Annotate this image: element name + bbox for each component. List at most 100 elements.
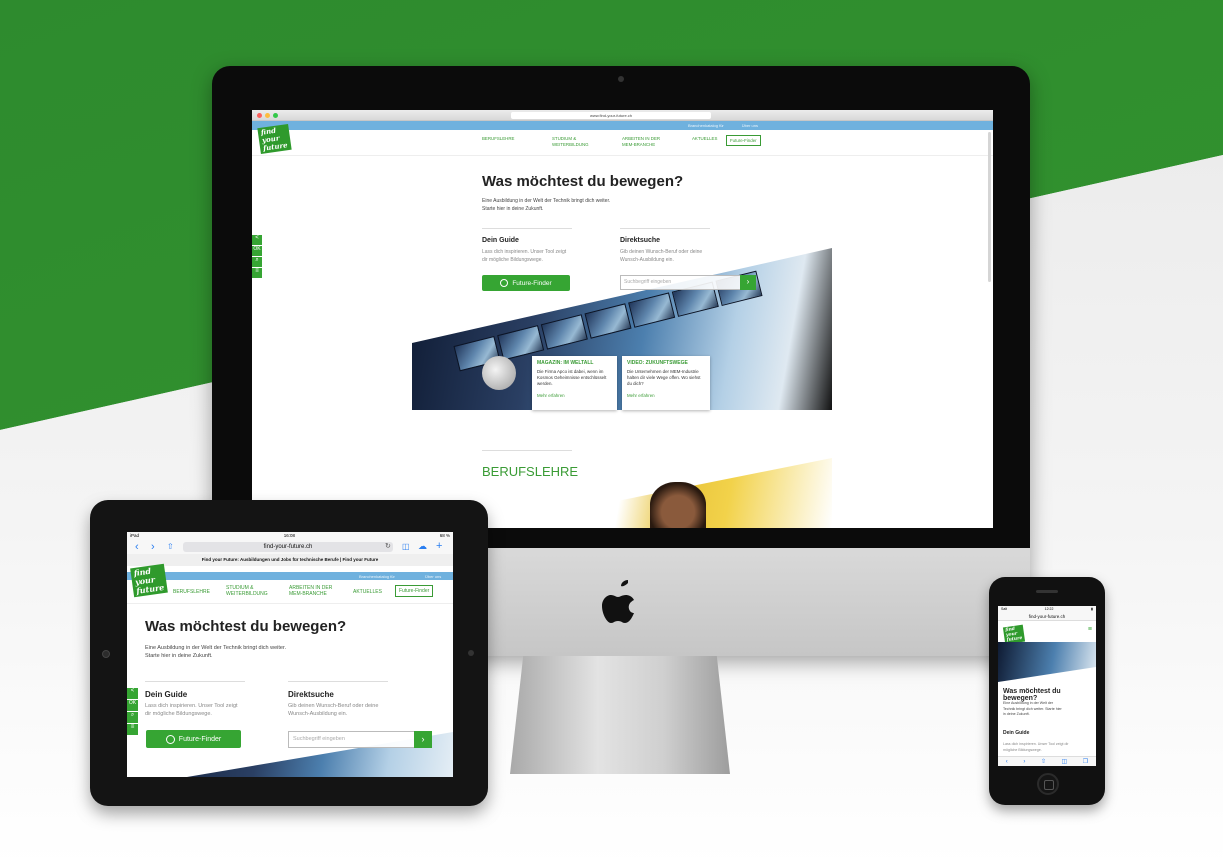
forward-icon[interactable]: › [151, 541, 155, 553]
hero-subtitle-line: Eine Ausbildung in der Welt der Technik … [145, 645, 287, 651]
desktop-browser: www.find-your-future.ch Branchenkatalog … [252, 110, 993, 528]
battery-icon: ▮ [1091, 607, 1093, 611]
about-link[interactable]: Über uns [425, 574, 441, 579]
guide-text: Lass dich inspirieren. Unser Tool zeigt … [145, 702, 238, 718]
card-title: VIDEO: ZUKUNFTSWEGE [627, 360, 688, 366]
hero-subtitle-line: Eine Ausbildung in der Welt der Technik … [482, 198, 611, 204]
browser-toolbar: www.find-your-future.ch [252, 110, 993, 121]
guide-text: Lass dich inspirieren. Unser Tool zeigt … [482, 248, 592, 264]
menu-icon[interactable]: ≡ [1088, 626, 1092, 633]
site-logo[interactable]: find your future [130, 563, 168, 598]
hero-subtitle: Eine Ausbildung in der Welt der Technik … [1003, 701, 1062, 716]
search-title: Direktsuche [620, 237, 661, 244]
new-tab-icon[interactable]: + [436, 540, 442, 552]
share-icon[interactable]: ⇧ [167, 542, 174, 551]
reload-icon[interactable]: ↻ [385, 542, 391, 550]
home-button[interactable] [468, 650, 474, 656]
imac-stand [510, 656, 730, 774]
side-toolbar: < OK ⌕ ≡ [127, 688, 138, 735]
about-link[interactable]: Über uns [742, 123, 758, 128]
back-icon[interactable]: ‹ [1006, 759, 1008, 765]
target-icon [165, 734, 175, 744]
card-text: Die Firma Apco ist dabei, wenn im Kosmos… [537, 369, 607, 386]
nav-studium[interactable]: STUDIUM & WEITERBILDUNG [226, 585, 274, 597]
home-button[interactable] [1037, 773, 1059, 795]
satellite-banner [998, 642, 1096, 682]
search-icon[interactable]: ⌕ [252, 257, 262, 267]
carrier-label: Salt [1001, 607, 1008, 611]
browser-toolbar: ‹ › ⇧ find-your-future.ch ↻ ◫ ☁ + [127, 540, 453, 554]
guide-title: Dein Guide [482, 237, 519, 244]
camera-icon [102, 650, 110, 658]
share-icon[interactable]: ⇧ [1041, 758, 1046, 765]
search-title: Direktsuche [288, 690, 334, 699]
side-toolbar: < OK ⌕ ≡ [252, 235, 262, 278]
search-input[interactable]: Suchbegriff eingeben [288, 731, 416, 748]
nav-berufslehre[interactable]: BERUFSLEHRE [482, 136, 522, 148]
search-submit-button[interactable]: › [414, 731, 432, 748]
divider [482, 450, 572, 451]
share-icon[interactable]: < [127, 688, 138, 699]
search-text-line: Wunsch-Ausbildung ein. [288, 711, 348, 717]
branchenkatalog-link[interactable]: Branchenkatalog für [359, 574, 395, 579]
future-finder-nav-button[interactable]: Future-Finder [726, 135, 761, 146]
nav-studium[interactable]: STUDIUM & WEITERBILDUNG [552, 136, 592, 148]
main-nav: BERUFSLEHRE STUDIUM & WEITERBILDUNG ARBE… [127, 580, 453, 604]
branchenkatalog-link[interactable]: Branchenkatalog für [688, 123, 724, 128]
address-bar[interactable]: find-your-future.ch [183, 542, 393, 552]
top-band: Branchenkatalog für Über uns [252, 121, 993, 130]
share-icon[interactable]: < [252, 235, 262, 245]
search-icon[interactable]: ⌕ [127, 712, 138, 723]
video-card[interactable]: VIDEO: ZUKUNFTSWEGE Die Unternehmen der … [622, 356, 710, 410]
divider [145, 681, 245, 682]
top-band: Branchenkatalog für Über uns [127, 572, 453, 580]
hero-subtitle: Eine Ausbildung in der Welt der Technik … [482, 197, 682, 213]
search-submit-button[interactable]: › [740, 275, 756, 290]
card-link[interactable]: Mehr erfahren [537, 393, 612, 398]
hero-title: Was möchtest du bewegen? [1003, 688, 1061, 702]
site-logo[interactable]: find your future [1002, 624, 1025, 645]
close-window-icon[interactable] [257, 112, 262, 118]
chat-icon[interactable]: ≡ [252, 268, 262, 278]
bookmarks-icon[interactable]: ◫ [402, 542, 410, 551]
ok-icon[interactable]: OK [252, 246, 262, 256]
maximize-window-icon[interactable] [273, 112, 278, 118]
chat-icon[interactable]: ≡ [127, 724, 138, 735]
target-icon [500, 279, 509, 287]
ok-icon[interactable]: OK [127, 700, 138, 711]
hero-subtitle-line: Starte hier in deine Zukunft. [482, 206, 544, 212]
address-bar[interactable]: www.find-your-future.ch [511, 111, 711, 119]
forward-icon[interactable]: › [1023, 759, 1025, 765]
future-finder-button[interactable]: Future-Finder [482, 275, 570, 291]
minimize-window-icon[interactable] [265, 112, 270, 118]
hero-title: Was möchtest du bewegen? [482, 173, 684, 190]
divider [288, 681, 388, 682]
back-icon[interactable]: ‹ [135, 541, 139, 553]
tabs-icon[interactable]: ❐ [1083, 758, 1088, 765]
scrollbar[interactable] [988, 132, 991, 282]
guide-text-line: dir mögliche Bildungswege. [482, 257, 543, 263]
bookmarks-icon[interactable]: ◫ [1062, 758, 1068, 765]
future-finder-button-label: Future-Finder [512, 279, 552, 287]
nav-berufslehre[interactable]: BERUFSLEHRE [173, 589, 210, 595]
future-finder-nav-button[interactable]: Future-Finder [395, 585, 434, 597]
guide-text-line: Lass dich inspirieren. Unser Tool zeigt [482, 249, 567, 255]
cloud-icon[interactable]: ☁ [418, 541, 427, 552]
site-logo[interactable]: find your future [257, 123, 292, 155]
hero-title: Was möchtest du bewegen? [145, 618, 347, 635]
guide-title: Dein Guide [1003, 730, 1030, 736]
hero-subtitle-line: Starte hier in deine Zukunft. [145, 653, 213, 659]
nav-arbeiten[interactable]: ARBEITEN IN DER MEM-BRANCHE [622, 136, 662, 148]
search-input[interactable]: Suchbegriff eingeben [620, 275, 742, 290]
person-photo [650, 482, 706, 528]
nav-aktuelles[interactable]: AKTUELLES [353, 589, 382, 595]
section-title: BERUFSLEHRE [482, 464, 579, 479]
nav-arbeiten[interactable]: ARBEITEN IN DER MEM-BRANCHE [289, 585, 341, 597]
address-bar[interactable]: find-your-future.ch [998, 612, 1096, 621]
guide-text: Lass dich inspirieren. Unser Tool zeigt … [1003, 742, 1069, 752]
card-link[interactable]: Mehr erfahren [627, 393, 705, 398]
future-finder-button[interactable]: Future-Finder [146, 730, 241, 748]
tab-title[interactable]: Find your Future: Ausbildungen und Jobs … [127, 554, 453, 566]
search-text-line: Gib deinen Wunsch-Beruf oder deine [620, 249, 703, 255]
magazine-card[interactable]: MAGAZIN: IM WELTALL Die Firma Apco ist d… [532, 356, 617, 410]
